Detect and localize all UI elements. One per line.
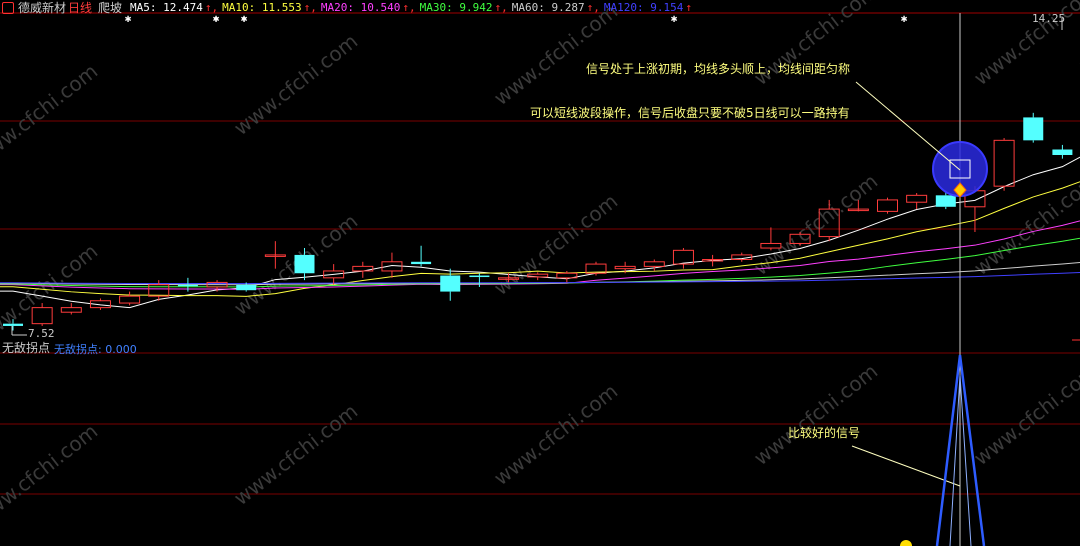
candle-body (119, 295, 141, 304)
app-logo-icon[interactable] (2, 2, 14, 14)
candle-body (1023, 117, 1044, 141)
candle-body (993, 139, 1015, 187)
candle-body (411, 261, 432, 265)
candle-body (614, 265, 636, 270)
event-star-icon: ✱ (901, 12, 908, 25)
up-arrow-icon: ↑, (402, 1, 416, 14)
annotation-pointer-line (855, 81, 961, 171)
indicator-marker-icon (900, 540, 912, 546)
annotation-signal-early: 信号处于上涨初期，均线多头顺上，均线间距匀称 (586, 62, 851, 76)
high-price-label: 14.25 (1032, 12, 1066, 25)
ma-legend-item: MA120: 9.154 (603, 1, 684, 14)
candle-body (877, 199, 898, 212)
chart-canvas[interactable]: www.cfchi.com www.cfchi.com www.cfchi.com w… (0, 0, 1080, 546)
ma-legend-item: MA60: 9.287 (511, 1, 585, 14)
indicator-value: 无敌拐点: 0.000 (54, 343, 137, 356)
up-arrow-icon: ↑, (204, 1, 219, 14)
candle-body (60, 307, 82, 313)
watermark-text: www.cfchi.com (229, 29, 362, 140)
watermark-layer: www.cfchi.com www.cfchi.com www.cfchi.com w… (0, 0, 1080, 530)
ma-legend: MA5: 12.474 ↑, MA10: 11.553 ↑, MA20: 10.540 ↑… (130, 0, 696, 16)
candle-body (177, 284, 198, 287)
ma-legend-item: MA30: 9.942 (419, 1, 493, 14)
up-arrow-icon: ↑ (685, 1, 692, 14)
watermark-text: www.cfchi.com (969, 169, 1080, 280)
watermark-text: www.cfchi.com (749, 359, 882, 470)
watermark-text: www.cfchi.com (0, 419, 102, 530)
watermark-text: www.cfchi.com (229, 399, 362, 510)
candle-body (236, 284, 257, 291)
signal-overlays: ✱ ✱♦ ✱♦ ✱ ✱ (11, 12, 1063, 546)
candle-body (643, 261, 665, 267)
candle-body (469, 275, 490, 278)
chart-header: 德威新材 日线 爬坡 MA5: 12.474 ↑, MA10: 11.553 ↑, MA… (0, 0, 698, 16)
candle-body (3, 323, 23, 326)
up-arrow-icon: ↑, (494, 1, 508, 14)
event-star-icon: ♦ (213, 15, 218, 25)
watermark-text: www.cfchi.com (489, 379, 622, 490)
candle-body (906, 194, 928, 203)
stock-name[interactable]: 德威新材 (18, 0, 66, 16)
candle-body (440, 275, 461, 292)
event-star-icon: ♦ (241, 15, 246, 25)
ma-legend-item: MA10: 11.553 (222, 1, 302, 14)
indicator-title[interactable]: 爬坡 (98, 0, 122, 16)
ma-legend-item: MA5: 12.474 (130, 1, 203, 14)
moving-average-lines (0, 63, 1080, 309)
indicator-name[interactable]: 无敌拐点 (2, 339, 50, 356)
candle-body (935, 195, 956, 207)
up-arrow-icon: ↑, (586, 1, 600, 14)
watermark-text: www.cfchi.com (0, 59, 102, 170)
watermark-text: www.cfchi.com (969, 359, 1080, 470)
candle-body (1052, 149, 1073, 155)
annotation-good-signal: 比较好的信号 (788, 426, 861, 440)
indicator-series (900, 354, 986, 546)
annotation-hold-advice: 可以短线波段操作，信号后收盘只要不破5日线可以一路持有 (530, 106, 850, 120)
watermark-text: www.cfchi.com (489, 0, 622, 110)
up-arrow-icon: ↑, (303, 1, 317, 14)
ma-legend-item: MA20: 10.540 (320, 1, 401, 14)
period-label[interactable]: 日线 (68, 0, 92, 16)
candle-body (294, 254, 315, 274)
